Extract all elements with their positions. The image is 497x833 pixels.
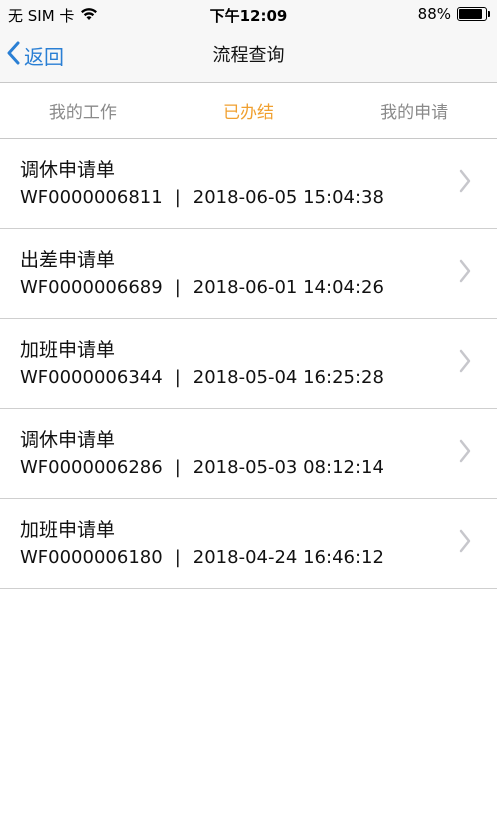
tab-my-applications[interactable]: 我的申请 [331,83,497,138]
item-meta: WF0000006811 | 2018-06-05 15:04:38 [20,187,384,208]
navigation-bar: 返回 流程查询 [0,28,497,83]
item-meta: WF0000006286 | 2018-05-03 08:12:14 [20,457,384,478]
list-item[interactable]: 调休申请单 WF0000006286 | 2018-05-03 08:12:14 [0,409,497,499]
item-separator: | [174,547,181,568]
list-item[interactable]: 加班申请单 WF0000006180 | 2018-04-24 16:46:12 [0,499,497,589]
page-title: 流程查询 [212,45,285,66]
item-meta: WF0000006344 | 2018-05-04 16:25:28 [20,367,384,388]
item-separator: | [174,367,181,388]
chevron-right-icon [459,439,471,467]
tab-completed[interactable]: 已办结 [166,83,332,138]
item-title: 加班申请单 [20,339,116,361]
item-title: 调休申请单 [20,159,116,181]
chevron-right-icon [459,169,471,197]
item-datetime: 2018-04-24 16:46:12 [192,547,384,568]
tab-bar: 我的工作 已办结 我的申请 [0,83,497,139]
battery-fill [459,9,482,19]
list-item[interactable]: 出差申请单 WF0000006689 | 2018-06-01 14:04:26 [0,229,497,319]
item-datetime: 2018-06-05 15:04:38 [192,187,384,208]
workflow-list: 调休申请单 WF0000006811 | 2018-06-05 15:04:38 出… [0,139,497,589]
battery-icon [457,7,490,21]
chevron-right-icon [459,529,471,557]
list-item[interactable]: 调休申请单 WF0000006811 | 2018-06-05 15:04:38 [0,139,497,229]
item-separator: | [174,457,181,478]
tab-my-work[interactable]: 我的工作 [0,83,166,138]
item-id: WF0000006180 [20,547,163,568]
status-bar: 无 SIM 卡 下午12:09 88% [0,0,497,28]
item-datetime: 2018-05-04 16:25:28 [192,367,384,388]
item-datetime: 2018-06-01 14:04:26 [192,277,384,298]
item-id: WF0000006689 [20,277,163,298]
item-meta: WF0000006180 | 2018-04-24 16:46:12 [20,547,384,568]
item-id: WF0000006286 [20,457,163,478]
chevron-right-icon [459,259,471,287]
chevron-right-icon [459,349,471,377]
item-title: 出差申请单 [20,249,116,271]
item-title: 加班申请单 [20,519,116,541]
item-id: WF0000006344 [20,367,163,388]
battery-percent: 88% [417,5,451,23]
item-id: WF0000006811 [20,187,163,208]
item-title: 调休申请单 [20,429,116,451]
list-item[interactable]: 加班申请单 WF0000006344 | 2018-05-04 16:25:28 [0,319,497,409]
item-separator: | [174,277,181,298]
item-separator: | [174,187,181,208]
status-right: 88% [417,5,490,23]
item-meta: WF0000006689 | 2018-06-01 14:04:26 [20,277,384,298]
item-datetime: 2018-05-03 08:12:14 [192,457,384,478]
